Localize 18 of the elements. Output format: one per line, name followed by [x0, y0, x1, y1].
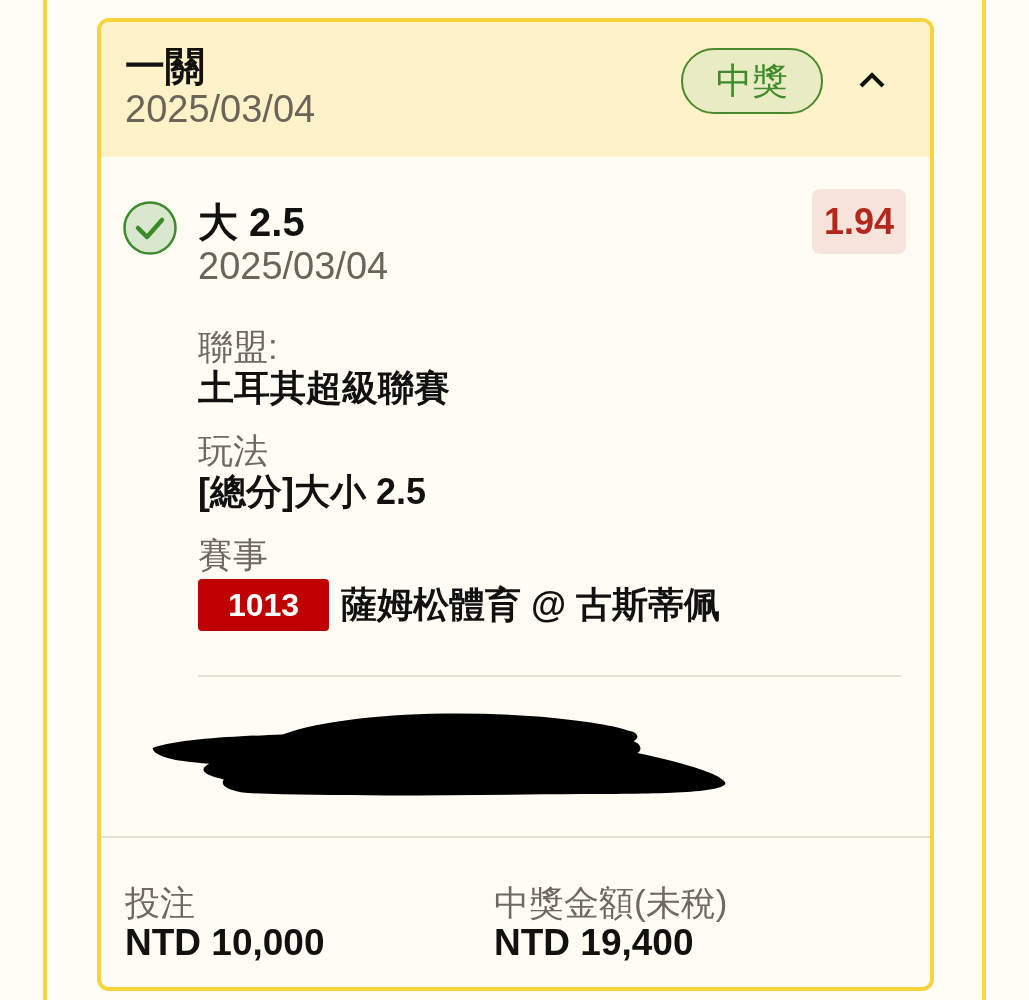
status-badge: 中獎 — [681, 48, 823, 114]
odds-badge: 1.94 — [811, 189, 906, 254]
match-number-tag: 1013 — [198, 579, 329, 631]
field-label: 玩法 — [198, 431, 269, 471]
field-value: 土耳其超級聯賽 — [198, 367, 451, 409]
summary-amount: NTD 10,000 — [125, 923, 326, 963]
summary-label: 中獎金額(未稅) — [494, 883, 729, 923]
field-value: [總分]大小 2.5 — [198, 471, 428, 513]
card-date: 2025/03/04 — [125, 88, 317, 130]
pick-date: 2025/03/04 — [198, 245, 390, 287]
summary-amount: NTD 19,400 — [494, 923, 695, 963]
pick-name: 大 2.5 — [198, 199, 306, 245]
field-label: 賽事 — [198, 535, 269, 575]
field-value: 薩姆松體育 @ 古斯蒂佩 — [341, 584, 721, 626]
card-title: 一關 — [125, 44, 206, 88]
field-label: 聯盟: — [198, 327, 279, 367]
summary-label: 投注 — [125, 883, 196, 923]
chevron-up-icon[interactable] — [859, 72, 885, 88]
